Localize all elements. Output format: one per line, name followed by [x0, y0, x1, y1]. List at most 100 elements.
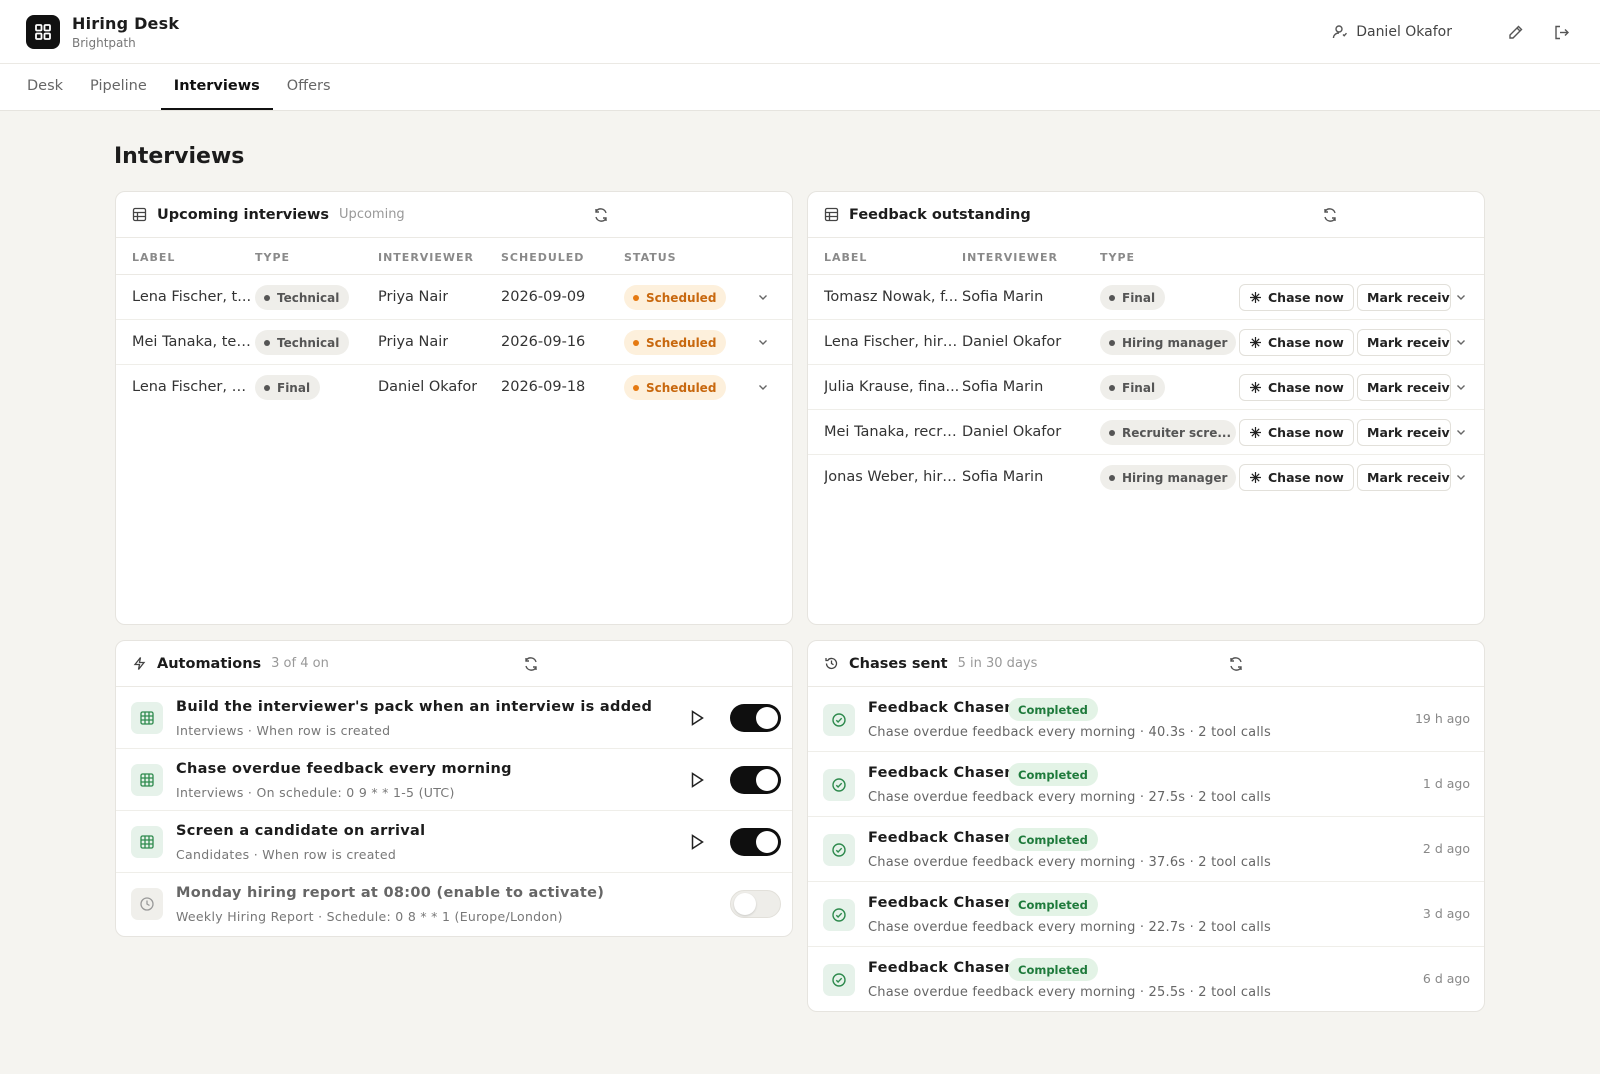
table-icon: [131, 702, 163, 734]
table-row[interactable]: Mei Tanaka, tec... Technical Priya Nair …: [116, 320, 792, 365]
chevron-down-icon[interactable]: [1454, 470, 1468, 484]
main-content: Interviews: [114, 111, 1486, 186]
row-interviewer: Priya Nair: [378, 334, 449, 350]
chase-run-row[interactable]: Feedback Chaser Completed Chase overdue …: [808, 687, 1484, 752]
chase-now-button[interactable]: Chase now: [1239, 329, 1354, 356]
card-header: Automations 3 of 4 on: [116, 641, 792, 687]
card-subtitle: Upcoming: [339, 207, 405, 222]
chevron-down-icon[interactable]: [1454, 335, 1468, 349]
edit-button[interactable]: [1502, 19, 1528, 45]
chase-now-button[interactable]: Chase now: [1239, 419, 1354, 446]
table-row[interactable]: Lena Fischer, t... Technical Priya Nair …: [116, 275, 792, 320]
tab-desk[interactable]: Desk: [14, 64, 76, 110]
play-icon[interactable]: [689, 771, 705, 789]
chevron-down-icon[interactable]: [1454, 425, 1468, 439]
table-header: LABEL INTERVIEWER TYPE: [808, 238, 1484, 275]
table-row[interactable]: Lena Fischer, fi... Final Daniel Okafor …: [116, 365, 792, 410]
check-circle-icon: [823, 899, 855, 931]
tab-offers[interactable]: Offers: [274, 64, 344, 110]
row-label: Jonas Weber, hiri...: [824, 469, 960, 485]
refresh-icon[interactable]: [593, 207, 609, 223]
chase-time: 19 h ago: [1414, 711, 1470, 726]
table-icon: [131, 826, 163, 858]
mark-received-button[interactable]: Mark receiv: [1357, 329, 1451, 356]
mark-received-button[interactable]: Mark receiv: [1357, 284, 1451, 311]
column-header-scheduled[interactable]: SCHEDULED: [501, 251, 584, 264]
chase-run-row[interactable]: Feedback Chaser Completed Chase overdue …: [808, 817, 1484, 882]
mark-received-button[interactable]: Mark receiv: [1357, 374, 1451, 401]
history-icon: [825, 657, 838, 670]
chase-detail: Chase overdue feedback every morning · 3…: [868, 855, 1271, 870]
user-menu[interactable]: Daniel Okafor: [1332, 24, 1452, 40]
chase-now-button[interactable]: Chase now: [1239, 374, 1354, 401]
chase-now-button[interactable]: Chase now: [1239, 464, 1354, 491]
chase-time: 3 d ago: [1422, 906, 1470, 921]
user-name: Daniel Okafor: [1356, 24, 1452, 40]
refresh-icon[interactable]: [1228, 656, 1244, 672]
automation-toggle[interactable]: [730, 890, 781, 918]
tab-interviews[interactable]: Interviews: [160, 64, 273, 110]
row-label: Mei Tanaka, tec...: [132, 334, 252, 350]
type-pill: Hiring manager: [1100, 465, 1236, 490]
status-badge: Completed: [1008, 958, 1098, 981]
automation-toggle[interactable]: [730, 704, 781, 732]
mark-received-button[interactable]: Mark receiv: [1357, 464, 1451, 491]
refresh-icon[interactable]: [523, 656, 539, 672]
row-interviewer: Daniel Okafor: [962, 334, 1062, 350]
table-row[interactable]: Lena Fischer, hiri... Daniel Okafor Hiri…: [808, 320, 1484, 365]
chevron-down-icon[interactable]: [756, 380, 770, 394]
column-header-type[interactable]: TYPE: [1100, 251, 1135, 264]
table-row[interactable]: Tomasz Nowak, f... Sofia Marin Final Cha…: [808, 275, 1484, 320]
automation-toggle[interactable]: [730, 828, 781, 856]
type-pill: Technical: [255, 285, 350, 310]
card-header: Feedback outstanding: [808, 192, 1484, 238]
grid-icon: [35, 23, 51, 40]
table-row[interactable]: Jonas Weber, hiri... Sofia Marin Hiring …: [808, 455, 1484, 500]
chevron-down-icon[interactable]: [1454, 380, 1468, 394]
automation-subtitle: Weekly Hiring Report · Schedule: 0 8 * *…: [176, 909, 563, 924]
column-header-interviewer[interactable]: INTERVIEWER: [962, 251, 1058, 264]
chevron-down-icon[interactable]: [1454, 290, 1468, 304]
pencil-icon: [1508, 25, 1522, 39]
check-circle-icon: [823, 704, 855, 736]
chase-detail: Chase overdue feedback every morning · 2…: [868, 790, 1271, 805]
table-row[interactable]: Julia Krause, fina... Sofia Marin Final …: [808, 365, 1484, 410]
type-pill: Recruiter scre...: [1100, 420, 1236, 445]
column-header-type[interactable]: TYPE: [255, 251, 290, 264]
column-header-label[interactable]: LABEL: [132, 251, 175, 264]
check-circle-icon: [823, 834, 855, 866]
mark-received-button[interactable]: Mark receiv: [1357, 419, 1451, 446]
chase-name: Feedback Chaser: [868, 960, 1012, 976]
logout-button[interactable]: [1548, 19, 1574, 45]
card-title: Chases sent: [849, 655, 948, 672]
row-label: Tomasz Nowak, f...: [824, 289, 959, 305]
chase-run-row[interactable]: Feedback Chaser Completed Chase overdue …: [808, 882, 1484, 947]
automation-row: Screen a candidate on arrival Candidates…: [116, 811, 792, 873]
automation-toggle[interactable]: [730, 766, 781, 794]
row-interviewer: Priya Nair: [378, 289, 449, 305]
column-header-interviewer[interactable]: INTERVIEWER: [378, 251, 474, 264]
table-row[interactable]: Mei Tanaka, recru... Daniel Okafor Recru…: [808, 410, 1484, 455]
tab-pipeline[interactable]: Pipeline: [77, 64, 160, 110]
card-title: Feedback outstanding: [849, 206, 1031, 223]
automation-title: Screen a candidate on arrival: [176, 823, 426, 839]
chase-run-row[interactable]: Feedback Chaser Completed Chase overdue …: [808, 947, 1484, 1011]
row-label: Lena Fischer, fi...: [132, 379, 252, 395]
refresh-icon[interactable]: [1322, 207, 1338, 223]
chase-now-button[interactable]: Chase now: [1239, 284, 1354, 311]
row-label: Mei Tanaka, recru...: [824, 424, 960, 440]
column-header-label[interactable]: LABEL: [824, 251, 867, 264]
sparkle-icon: [1250, 472, 1261, 483]
chase-run-row[interactable]: Feedback Chaser Completed Chase overdue …: [808, 752, 1484, 817]
status-badge: Completed: [1008, 893, 1098, 916]
chevron-down-icon[interactable]: [756, 290, 770, 304]
status-badge: Completed: [1008, 828, 1098, 851]
chevron-down-icon[interactable]: [756, 335, 770, 349]
type-pill: Technical: [255, 330, 350, 355]
play-icon[interactable]: [689, 709, 705, 727]
card-header: Upcoming interviews Upcoming: [116, 192, 792, 238]
chase-name: Feedback Chaser: [868, 895, 1012, 911]
play-icon[interactable]: [689, 833, 705, 851]
column-header-status[interactable]: STATUS: [624, 251, 677, 264]
check-circle-icon: [823, 964, 855, 996]
